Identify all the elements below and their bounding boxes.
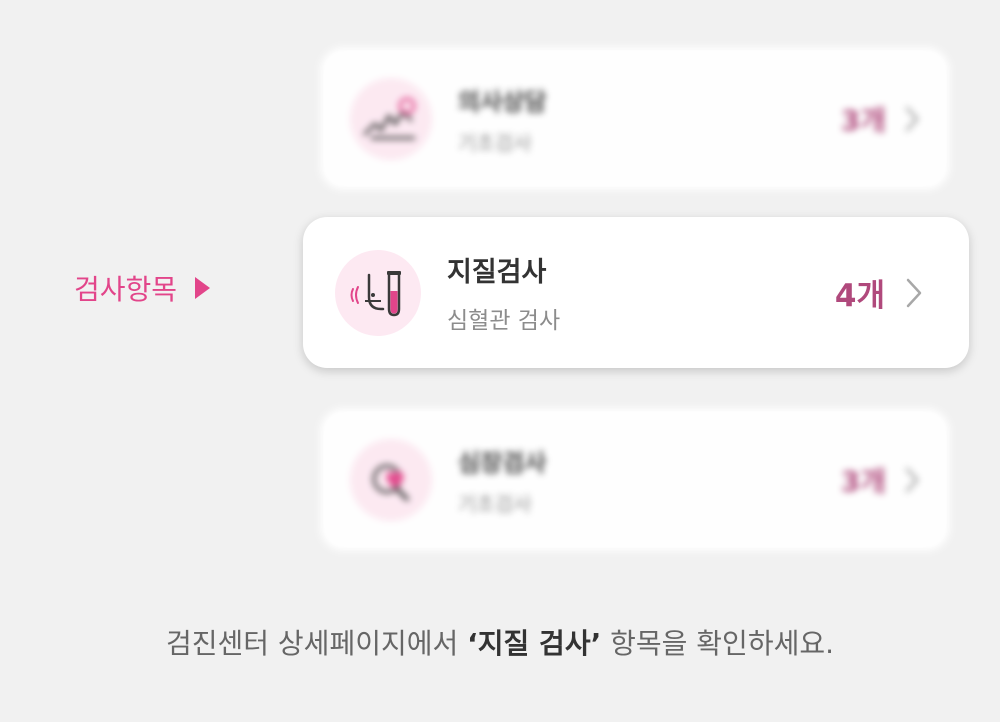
instruction-text: 검진센터 상세페이지에서 ‘지질 검사’ 항목을 확인하세요. (0, 622, 1000, 662)
card-subtitle: 기초검사 (458, 491, 532, 516)
heart-magnifier-icon (350, 438, 432, 521)
doctor-consultation-icon (350, 77, 432, 160)
pointer-arrow-icon (195, 277, 211, 299)
instruction-after: 항목을 확인하세요. (601, 627, 835, 660)
consultation-card[interactable]: 의사상담 기초검사 3개 (320, 47, 950, 190)
card-title: 심장검사 (458, 448, 547, 477)
cardiac-test-card[interactable]: 심장검사 기초검사 3개 (320, 408, 950, 551)
lipid-test-card[interactable]: 지질검사 심혈관 검사 4개 (303, 217, 969, 368)
chevron-right-icon (904, 105, 920, 133)
instruction-emphasis: ‘지질 검사’ (467, 627, 602, 660)
item-count: 3개 (840, 464, 886, 498)
card-title: 의사상담 (458, 87, 547, 116)
item-count: 3개 (840, 103, 886, 137)
card-subtitle: 심혈관 검사 (447, 308, 561, 334)
item-count: 4개 (834, 278, 885, 314)
chevron-right-icon (904, 466, 920, 494)
card-subtitle: 기초검사 (458, 130, 532, 155)
chevron-right-icon (905, 277, 923, 309)
instruction-before: 검진센터 상세페이지에서 (165, 627, 468, 660)
test-items-label-text: 검사항목 (74, 273, 178, 306)
test-tube-icon (335, 249, 421, 336)
test-items-label: 검사항목 (74, 268, 211, 308)
card-title: 지질검사 (447, 257, 547, 288)
